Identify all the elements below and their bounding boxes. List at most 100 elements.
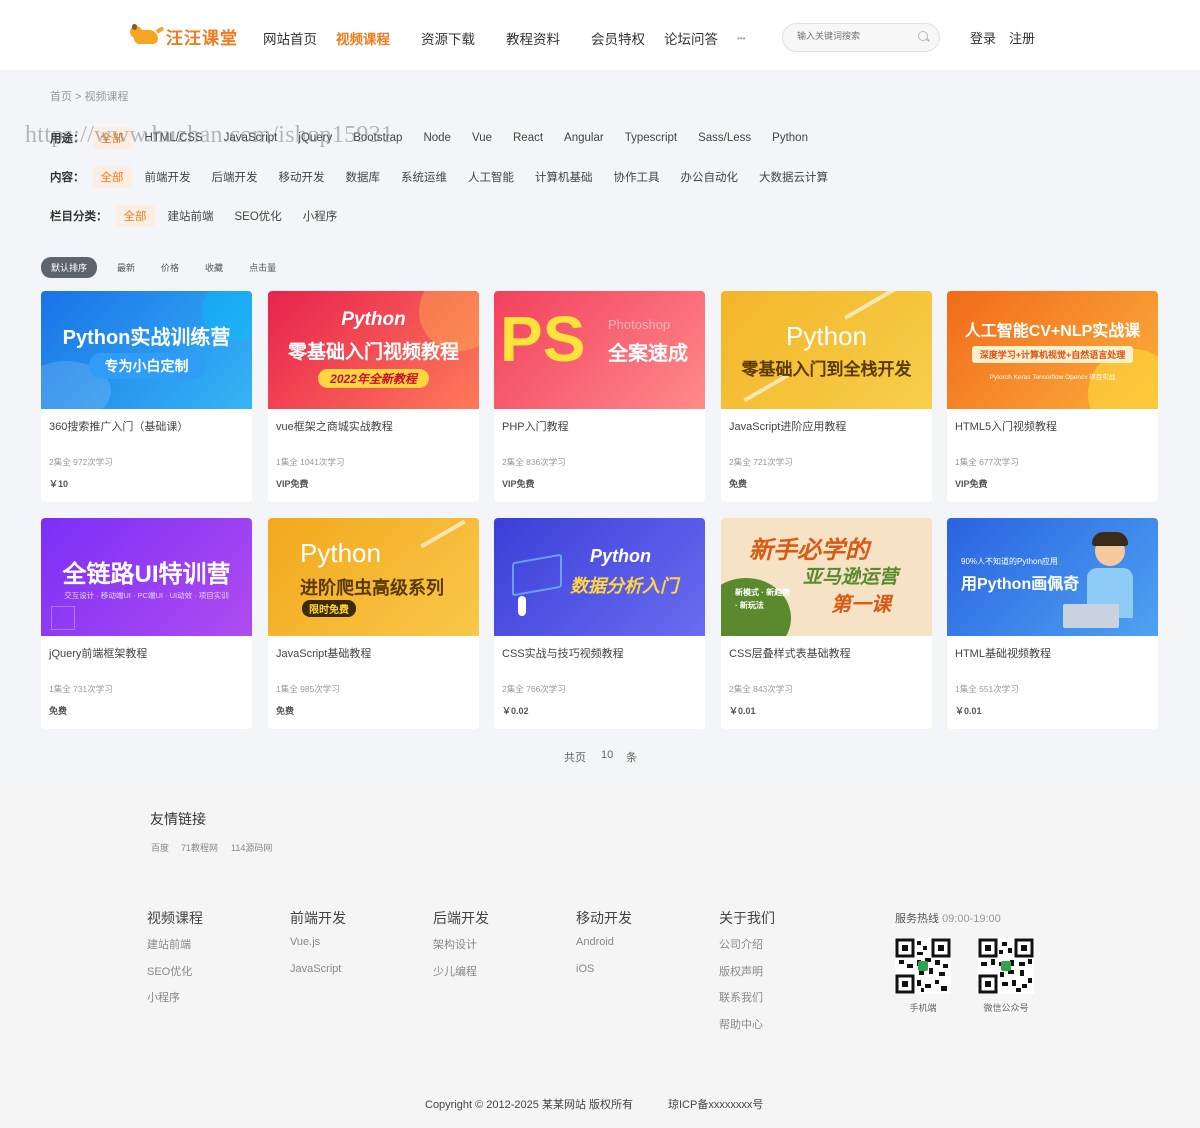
thumb-title: 全链路UI特训营	[62, 561, 231, 588]
course-thumbnail[interactable]: Python实战训练营 专为小白定制	[41, 291, 252, 409]
filter-option[interactable]: 前端开发	[137, 166, 199, 188]
filter-option[interactable]: Python	[764, 129, 816, 147]
course-title[interactable]: vue框架之商城实战教程	[276, 418, 393, 434]
filter-option[interactable]: 全部	[92, 166, 132, 188]
footer-link[interactable]: iOS	[576, 963, 594, 975]
filter-option[interactable]: Vue	[464, 129, 500, 147]
dog-logo-icon	[130, 24, 165, 48]
filter-option[interactable]: 全部	[115, 205, 155, 227]
icp-link[interactable]: 琼ICP备xxxxxxxx号	[668, 1096, 763, 1112]
nav-item-vip[interactable]: 会员特权	[591, 28, 645, 48]
filter-option[interactable]: React	[505, 129, 551, 147]
filter-option[interactable]: 移动开发	[271, 166, 333, 188]
course-title[interactable]: PHP入门教程	[502, 418, 569, 434]
filter-option[interactable]: Node	[415, 129, 459, 147]
course-meta: 2集全 721次学习	[729, 457, 793, 467]
filter-option[interactable]: Angular	[556, 129, 612, 147]
filter-option[interactable]: 办公自动化	[673, 166, 747, 188]
search-icon[interactable]	[917, 30, 931, 44]
friend-link[interactable]: 114源码网	[231, 841, 272, 854]
course-title[interactable]: HTML基础视频教程	[955, 645, 1051, 661]
course-title[interactable]: CSS层叠样式表基础教程	[729, 645, 851, 661]
site-logo[interactable]: 汪汪课堂	[130, 22, 238, 50]
filter-option[interactable]: jQuery	[290, 129, 340, 147]
nav-item-forum[interactable]: 论坛问答	[664, 28, 718, 48]
filter-option[interactable]: 全部	[92, 127, 132, 149]
course-title[interactable]: jQuery前端框架教程	[49, 645, 147, 661]
filter-option[interactable]: Sass/Less	[690, 129, 759, 147]
filter-option[interactable]: 大数据云计算	[751, 166, 836, 188]
course-thumbnail[interactable]: PS Photoshop 全案速成	[494, 291, 705, 409]
sort-newest[interactable]: 最新	[117, 261, 135, 274]
footer-link[interactable]: 架构设计	[433, 936, 477, 952]
filter-option[interactable]: 系统运维	[393, 166, 455, 188]
footer-link[interactable]: 联系我们	[719, 989, 763, 1005]
filter-option[interactable]: Bootstrap	[345, 129, 410, 147]
footer-link[interactable]: Android	[576, 936, 614, 948]
footer-link[interactable]: 建站前端	[147, 936, 191, 952]
filter-option[interactable]: 后端开发	[204, 166, 266, 188]
nav-item-home[interactable]: 网站首页	[263, 28, 317, 48]
course-thumbnail[interactable]: Python 进阶爬虫高级系列 限时免费	[268, 518, 479, 636]
course-meta: 1集全 731次学习	[49, 684, 113, 694]
filter-option[interactable]: Typescript	[617, 129, 685, 147]
filter-option[interactable]: 计算机基础	[527, 166, 601, 188]
filter-option[interactable]: SEO优化	[227, 205, 290, 227]
footer-link[interactable]: 少儿编程	[433, 963, 477, 979]
course-thumbnail[interactable]: 新手必学的 亚马逊运营 第一课 新模式 · 新趋势 · 新玩法	[721, 518, 932, 636]
footer-link[interactable]: SEO优化	[147, 963, 192, 979]
course-title[interactable]: JavaScript基础教程	[276, 645, 371, 661]
course-title[interactable]: 360搜索推广入门（基础课）	[49, 418, 188, 434]
brand-name: 汪汪课堂	[166, 28, 238, 48]
course-title[interactable]: JavaScript进阶应用教程	[729, 418, 846, 434]
footer-col-title: 视频课程	[147, 910, 203, 926]
course-thumbnail[interactable]: Python 数据分析入门	[494, 518, 705, 636]
footer-link[interactable]: 小程序	[147, 989, 180, 1005]
course-thumbnail[interactable]: Python 零基础入门视频教程 2022年全新教程	[268, 291, 479, 409]
friend-link[interactable]: 71教程网	[181, 841, 218, 854]
filter-option[interactable]: 协作工具	[606, 166, 668, 188]
course-title[interactable]: CSS实战与技巧视频教程	[502, 645, 624, 661]
footer-link[interactable]: JavaScript	[290, 963, 341, 975]
course-card[interactable]: PS Photoshop 全案速成 PHP入门教程 2集全 836次学习 VIP…	[494, 291, 705, 502]
sort-default[interactable]: 默认排序	[41, 257, 98, 278]
course-card[interactable]: 人工智能CV+NLP实战课 深度学习+计算机视觉+自然语言处理 Pytorch …	[947, 291, 1158, 502]
course-card[interactable]: Python 零基础入门视频教程 2022年全新教程 vue框架之商城实战教程 …	[268, 291, 479, 502]
footer-link[interactable]: 公司介绍	[719, 936, 763, 952]
footer-link[interactable]: 帮助中心	[719, 1016, 763, 1032]
course-card[interactable]: 全链路UI特训营 交互设计 · 移动端UI · PC端UI · UI动效 · 项…	[41, 518, 252, 729]
search-input[interactable]	[797, 31, 907, 41]
nav-more-icon[interactable]: •••	[737, 34, 745, 43]
course-card[interactable]: Python实战训练营 专为小白定制 360搜索推广入门（基础课） 2集全 97…	[41, 291, 252, 502]
course-meta: 1集全 985次学习	[276, 684, 340, 694]
filter-option[interactable]: JavaScript	[216, 129, 286, 147]
nav-item-downloads[interactable]: 资源下载	[421, 28, 475, 48]
filter-option[interactable]: 建站前端	[160, 205, 222, 227]
filter-option[interactable]: 小程序	[295, 205, 346, 227]
course-card[interactable]: 90%人不知道的Python应用 用Python画佩奇 HTML基础视频教程 1…	[947, 518, 1158, 729]
sort-clicks[interactable]: 点击量	[249, 261, 276, 274]
course-thumbnail[interactable]: 90%人不知道的Python应用 用Python画佩奇	[947, 518, 1158, 636]
nav-item-video-courses[interactable]: 视频课程	[336, 28, 390, 48]
footer-link[interactable]: 版权声明	[719, 963, 763, 979]
filter-option[interactable]: 人工智能	[460, 166, 522, 188]
breadcrumb: 首页 > 视频课程	[50, 91, 129, 103]
sort-price[interactable]: 价格	[161, 261, 179, 274]
filter-option[interactable]: HTML/CSS	[137, 129, 211, 147]
filter-option[interactable]: 数据库	[338, 166, 389, 188]
sort-favorites[interactable]: 收藏	[205, 261, 223, 274]
nav-item-tutorials[interactable]: 教程资料	[506, 28, 560, 48]
footer-link[interactable]: Vue.js	[290, 936, 320, 948]
friend-link[interactable]: 百度	[151, 841, 169, 854]
course-thumbnail[interactable]: Python 零基础入门到全栈开发	[721, 291, 932, 409]
course-card[interactable]: Python 数据分析入门 CSS实战与技巧视频教程 2集全 766次学习 ￥0…	[494, 518, 705, 729]
login-link[interactable]: 登录	[970, 28, 996, 47]
course-card[interactable]: Python 零基础入门到全栈开发 JavaScript进阶应用教程 2集全 7…	[721, 291, 932, 502]
course-thumbnail[interactable]: 全链路UI特训营 交互设计 · 移动端UI · PC端UI · UI动效 · 项…	[41, 518, 252, 636]
hotline-label: 服务热线	[895, 913, 939, 925]
register-link[interactable]: 注册	[1009, 28, 1035, 47]
course-title[interactable]: HTML5入门视频教程	[955, 418, 1057, 434]
course-card[interactable]: 新手必学的 亚马逊运营 第一课 新模式 · 新趋势 · 新玩法 CSS层叠样式表…	[721, 518, 932, 729]
course-thumbnail[interactable]: 人工智能CV+NLP实战课 深度学习+计算机视觉+自然语言处理 Pytorch …	[947, 291, 1158, 409]
course-card[interactable]: Python 进阶爬虫高级系列 限时免费 JavaScript基础教程 1集全 …	[268, 518, 479, 729]
